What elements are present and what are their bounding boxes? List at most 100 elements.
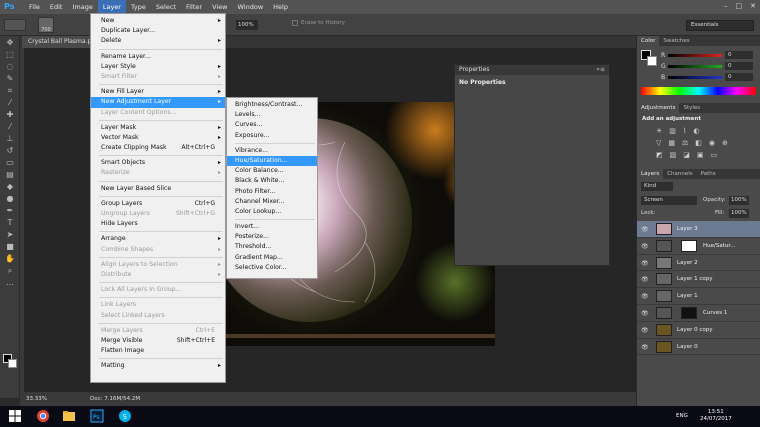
channel-mixer-icon[interactable]: ⊕: [722, 139, 728, 147]
workspace-select[interactable]: Essentials: [686, 20, 754, 31]
background-color-swatch[interactable]: [8, 359, 17, 368]
menu-window[interactable]: Window: [233, 0, 269, 14]
menu-item-channel-mixer[interactable]: Channel Mixer...: [227, 197, 317, 207]
eyedropper-tool-icon[interactable]: ⁄: [4, 98, 16, 108]
menu-select[interactable]: Select: [151, 0, 181, 14]
menu-item-threshold[interactable]: Threshold...: [227, 242, 317, 252]
curves-icon[interactable]: ⌇: [683, 127, 686, 135]
menu-item-arrange[interactable]: Arrange ▸: [91, 234, 225, 244]
move-tool-icon[interactable]: ✥: [4, 38, 16, 48]
menu-item-black-white[interactable]: Black & White...: [227, 176, 317, 186]
menu-item-new[interactable]: New ▸: [91, 16, 225, 26]
lasso-tool-icon[interactable]: ◌: [4, 62, 16, 72]
tab-adjustments[interactable]: Adjustments: [637, 103, 680, 113]
marquee-tool-icon[interactable]: ⬚: [4, 50, 16, 60]
quick-select-tool-icon[interactable]: ✎: [4, 74, 16, 84]
menu-item-selective-color[interactable]: Selective Color...: [227, 263, 317, 273]
menu-item-layer-style[interactable]: Layer Style ▸: [91, 62, 225, 72]
eye-icon[interactable]: 👁: [641, 327, 649, 334]
menu-type[interactable]: Type: [126, 0, 151, 14]
menu-help[interactable]: Help: [268, 0, 293, 14]
blur-tool-icon[interactable]: ◆: [4, 182, 16, 192]
red-slider[interactable]: R 0: [637, 50, 760, 61]
chrome-icon[interactable]: [36, 409, 50, 423]
menu-item-rename-layer[interactable]: Rename Layer...: [91, 52, 225, 62]
rectangle-tool-icon[interactable]: ■: [4, 242, 16, 252]
tab-swatches[interactable]: Swatches: [659, 36, 693, 46]
minimize-icon[interactable]: –: [724, 2, 728, 10]
menu-item-vibrance[interactable]: Vibrance...: [227, 146, 317, 156]
panel-menu-icon[interactable]: »≡: [596, 66, 605, 73]
brush-tool-icon[interactable]: ⁄: [4, 122, 16, 132]
menu-item-posterize[interactable]: Posterize...: [227, 232, 317, 242]
hue-saturation-icon[interactable]: ▦: [668, 139, 675, 147]
close-icon[interactable]: ✕: [750, 2, 756, 10]
menu-item-color-lookup[interactable]: Color Lookup...: [227, 207, 317, 217]
tab-color[interactable]: Color: [637, 36, 660, 46]
flow-field[interactable]: 100%: [236, 20, 258, 30]
layer-mask-thumbnail[interactable]: [681, 239, 697, 252]
layer-row[interactable]: 👁 Curves 1: [637, 305, 760, 322]
layer-row[interactable]: 👁 Layer 0 copy: [637, 322, 760, 339]
vibrance-icon[interactable]: ▽: [656, 139, 661, 147]
photoshop-taskbar-icon[interactable]: Ps: [90, 409, 104, 423]
menu-item-flatten-image[interactable]: Flatten Image: [91, 346, 225, 356]
hand-tool-icon[interactable]: ✋: [4, 254, 16, 264]
eye-icon[interactable]: 👁: [641, 310, 649, 317]
menu-item-vector-mask[interactable]: Vector Mask ▸: [91, 133, 225, 143]
menu-filter[interactable]: Filter: [181, 0, 207, 14]
threshold-icon[interactable]: ◪: [683, 151, 690, 159]
exposure-icon[interactable]: ◐: [693, 127, 699, 135]
erase-to-history-option[interactable]: Erase to History: [292, 20, 345, 26]
menu-item-delete[interactable]: Delete ▸: [91, 36, 225, 46]
menu-item-new-layer-based-slice[interactable]: New Layer Based Slice: [91, 184, 225, 194]
gradient-map-icon[interactable]: ▭: [711, 151, 718, 159]
menu-item-group-layers[interactable]: Group Layers Ctrl+G: [91, 199, 225, 209]
eye-icon[interactable]: 👁: [641, 243, 649, 250]
menu-file[interactable]: File: [24, 0, 45, 14]
menu-item-new-adjustment-layer[interactable]: New Adjustment Layer ▸: [91, 97, 225, 108]
history-brush-tool-icon[interactable]: ↺: [4, 146, 16, 156]
menu-image[interactable]: Image: [67, 0, 97, 14]
menu-item-invert[interactable]: Invert...: [227, 222, 317, 232]
language-indicator[interactable]: ENG: [676, 413, 688, 419]
taskbar-clock[interactable]: 13:51 24/07/2017: [700, 409, 732, 423]
gradient-tool-icon[interactable]: ▤: [4, 170, 16, 180]
path-selection-tool-icon[interactable]: ➤: [4, 230, 16, 240]
fill-field[interactable]: 100%: [729, 209, 749, 218]
menu-item-curves[interactable]: Curves...: [227, 120, 317, 130]
menu-item-exposure[interactable]: Exposure...: [227, 131, 317, 141]
layer-row[interactable]: 👁 Hue/Satur...: [637, 238, 760, 255]
color-spectrum[interactable]: [641, 87, 756, 95]
menu-item-color-balance[interactable]: Color Balance...: [227, 166, 317, 176]
photo-filter-icon[interactable]: ◉: [709, 139, 715, 147]
menu-item-create-clipping-mask[interactable]: Create Clipping Mask Alt+Ctrl+G: [91, 143, 225, 153]
dodge-tool-icon[interactable]: ●: [4, 194, 16, 204]
invert-icon[interactable]: ◩: [656, 151, 663, 159]
tool-preset-picker[interactable]: [4, 19, 26, 31]
file-explorer-icon[interactable]: [62, 409, 76, 423]
eye-icon[interactable]: 👁: [641, 226, 649, 233]
eraser-tool-icon[interactable]: ▭: [4, 158, 16, 168]
tab-styles[interactable]: Styles: [679, 103, 704, 113]
tab-paths[interactable]: Paths: [697, 169, 720, 179]
black-white-icon[interactable]: ◧: [695, 139, 702, 147]
layer-mask-thumbnail[interactable]: [681, 306, 697, 319]
layer-row[interactable]: 👁 Layer 0: [637, 339, 760, 356]
erase-to-history-checkbox[interactable]: [292, 20, 298, 26]
menu-item-new-fill-layer[interactable]: New Fill Layer ▸: [91, 87, 225, 97]
levels-icon[interactable]: ▥: [669, 127, 676, 135]
opacity-field[interactable]: 100%: [729, 196, 749, 205]
filter-kind-select[interactable]: Kind: [641, 182, 673, 191]
layer-row[interactable]: 👁 Layer 2: [637, 255, 760, 272]
menu-item-levels[interactable]: Levels...: [227, 110, 317, 120]
eye-icon[interactable]: 👁: [641, 293, 649, 300]
document-tab[interactable]: Crystal Ball Plasma.p: [22, 36, 98, 48]
brightness-icon[interactable]: ☀: [656, 127, 662, 135]
blend-mode-select[interactable]: Screen: [641, 196, 697, 205]
menu-view[interactable]: View: [207, 0, 232, 14]
menu-item-hide-layers[interactable]: Hide Layers: [91, 219, 225, 229]
menu-layer[interactable]: Layer: [97, 0, 126, 14]
blue-slider[interactable]: B 0: [637, 72, 760, 83]
menu-item-smart-objects[interactable]: Smart Objects ▸: [91, 158, 225, 168]
